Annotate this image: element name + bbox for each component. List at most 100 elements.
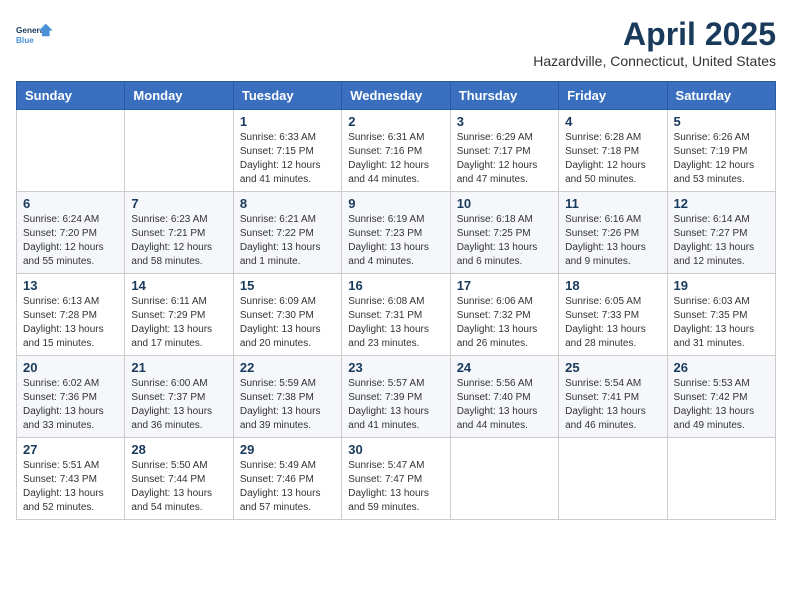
weekday-header-sunday: Sunday (17, 82, 125, 110)
week-row-3: 13 Sunrise: 6:13 AMSunset: 7:28 PMDaylig… (17, 274, 776, 356)
week-row-5: 27 Sunrise: 5:51 AMSunset: 7:43 PMDaylig… (17, 438, 776, 520)
calendar-cell: 1 Sunrise: 6:33 AMSunset: 7:15 PMDayligh… (233, 110, 341, 192)
day-number: 9 (348, 196, 443, 211)
weekday-header-tuesday: Tuesday (233, 82, 341, 110)
calendar-cell: 24 Sunrise: 5:56 AMSunset: 7:40 PMDaylig… (450, 356, 558, 438)
day-info: Sunrise: 6:13 AMSunset: 7:28 PMDaylight:… (23, 295, 118, 351)
day-number: 24 (457, 360, 552, 375)
calendar-cell: 2 Sunrise: 6:31 AMSunset: 7:16 PMDayligh… (342, 110, 450, 192)
day-number: 23 (348, 360, 443, 375)
calendar-cell: 5 Sunrise: 6:26 AMSunset: 7:19 PMDayligh… (667, 110, 775, 192)
calendar-cell: 17 Sunrise: 6:06 AMSunset: 7:32 PMDaylig… (450, 274, 558, 356)
day-info: Sunrise: 5:51 AMSunset: 7:43 PMDaylight:… (23, 459, 118, 515)
day-number: 4 (565, 114, 660, 129)
calendar-cell: 13 Sunrise: 6:13 AMSunset: 7:28 PMDaylig… (17, 274, 125, 356)
day-number: 8 (240, 196, 335, 211)
calendar-cell: 14 Sunrise: 6:11 AMSunset: 7:29 PMDaylig… (125, 274, 233, 356)
calendar-cell: 8 Sunrise: 6:21 AMSunset: 7:22 PMDayligh… (233, 192, 341, 274)
day-info: Sunrise: 6:19 AMSunset: 7:23 PMDaylight:… (348, 213, 443, 269)
day-number: 28 (131, 442, 226, 457)
calendar-cell: 4 Sunrise: 6:28 AMSunset: 7:18 PMDayligh… (559, 110, 667, 192)
calendar-cell: 16 Sunrise: 6:08 AMSunset: 7:31 PMDaylig… (342, 274, 450, 356)
day-number: 14 (131, 278, 226, 293)
day-info: Sunrise: 6:33 AMSunset: 7:15 PMDaylight:… (240, 131, 335, 187)
calendar-cell (667, 438, 775, 520)
calendar-cell: 30 Sunrise: 5:47 AMSunset: 7:47 PMDaylig… (342, 438, 450, 520)
calendar-cell: 22 Sunrise: 5:59 AMSunset: 7:38 PMDaylig… (233, 356, 341, 438)
calendar-cell: 9 Sunrise: 6:19 AMSunset: 7:23 PMDayligh… (342, 192, 450, 274)
location: Hazardville, Connecticut, United States (533, 53, 776, 69)
day-number: 18 (565, 278, 660, 293)
weekday-header-saturday: Saturday (667, 82, 775, 110)
day-info: Sunrise: 5:50 AMSunset: 7:44 PMDaylight:… (131, 459, 226, 515)
day-info: Sunrise: 5:56 AMSunset: 7:40 PMDaylight:… (457, 377, 552, 433)
logo: General Blue (16, 16, 54, 54)
day-info: Sunrise: 5:54 AMSunset: 7:41 PMDaylight:… (565, 377, 660, 433)
day-number: 15 (240, 278, 335, 293)
day-number: 5 (674, 114, 769, 129)
day-number: 12 (674, 196, 769, 211)
day-info: Sunrise: 6:16 AMSunset: 7:26 PMDaylight:… (565, 213, 660, 269)
week-row-1: 1 Sunrise: 6:33 AMSunset: 7:15 PMDayligh… (17, 110, 776, 192)
day-info: Sunrise: 6:11 AMSunset: 7:29 PMDaylight:… (131, 295, 226, 351)
calendar-cell: 15 Sunrise: 6:09 AMSunset: 7:30 PMDaylig… (233, 274, 341, 356)
week-row-2: 6 Sunrise: 6:24 AMSunset: 7:20 PMDayligh… (17, 192, 776, 274)
day-number: 3 (457, 114, 552, 129)
day-info: Sunrise: 6:03 AMSunset: 7:35 PMDaylight:… (674, 295, 769, 351)
day-number: 29 (240, 442, 335, 457)
day-info: Sunrise: 6:23 AMSunset: 7:21 PMDaylight:… (131, 213, 226, 269)
day-info: Sunrise: 6:21 AMSunset: 7:22 PMDaylight:… (240, 213, 335, 269)
day-info: Sunrise: 6:00 AMSunset: 7:37 PMDaylight:… (131, 377, 226, 433)
title-block: April 2025 Hazardville, Connecticut, Uni… (533, 16, 776, 69)
calendar-cell: 6 Sunrise: 6:24 AMSunset: 7:20 PMDayligh… (17, 192, 125, 274)
day-number: 6 (23, 196, 118, 211)
calendar-table: SundayMondayTuesdayWednesdayThursdayFrid… (16, 81, 776, 520)
logo-icon: General Blue (16, 16, 54, 54)
weekday-header-wednesday: Wednesday (342, 82, 450, 110)
day-number: 10 (457, 196, 552, 211)
calendar-cell: 28 Sunrise: 5:50 AMSunset: 7:44 PMDaylig… (125, 438, 233, 520)
calendar-cell: 27 Sunrise: 5:51 AMSunset: 7:43 PMDaylig… (17, 438, 125, 520)
day-info: Sunrise: 6:14 AMSunset: 7:27 PMDaylight:… (674, 213, 769, 269)
calendar-cell: 23 Sunrise: 5:57 AMSunset: 7:39 PMDaylig… (342, 356, 450, 438)
day-info: Sunrise: 6:31 AMSunset: 7:16 PMDaylight:… (348, 131, 443, 187)
calendar-cell: 7 Sunrise: 6:23 AMSunset: 7:21 PMDayligh… (125, 192, 233, 274)
calendar-cell (559, 438, 667, 520)
weekday-header-monday: Monday (125, 82, 233, 110)
week-row-4: 20 Sunrise: 6:02 AMSunset: 7:36 PMDaylig… (17, 356, 776, 438)
calendar-cell: 3 Sunrise: 6:29 AMSunset: 7:17 PMDayligh… (450, 110, 558, 192)
day-number: 19 (674, 278, 769, 293)
svg-text:Blue: Blue (16, 36, 34, 45)
day-number: 27 (23, 442, 118, 457)
day-info: Sunrise: 6:24 AMSunset: 7:20 PMDaylight:… (23, 213, 118, 269)
page-header: General Blue April 2025 Hazardville, Con… (16, 16, 776, 69)
calendar-cell: 11 Sunrise: 6:16 AMSunset: 7:26 PMDaylig… (559, 192, 667, 274)
day-number: 22 (240, 360, 335, 375)
day-number: 30 (348, 442, 443, 457)
day-info: Sunrise: 6:09 AMSunset: 7:30 PMDaylight:… (240, 295, 335, 351)
day-number: 21 (131, 360, 226, 375)
weekday-header-row: SundayMondayTuesdayWednesdayThursdayFrid… (17, 82, 776, 110)
month-title: April 2025 (533, 16, 776, 53)
day-info: Sunrise: 5:49 AMSunset: 7:46 PMDaylight:… (240, 459, 335, 515)
calendar-cell (450, 438, 558, 520)
weekday-header-thursday: Thursday (450, 82, 558, 110)
day-number: 13 (23, 278, 118, 293)
day-number: 25 (565, 360, 660, 375)
day-info: Sunrise: 5:53 AMSunset: 7:42 PMDaylight:… (674, 377, 769, 433)
calendar-cell: 26 Sunrise: 5:53 AMSunset: 7:42 PMDaylig… (667, 356, 775, 438)
day-number: 17 (457, 278, 552, 293)
calendar-cell: 20 Sunrise: 6:02 AMSunset: 7:36 PMDaylig… (17, 356, 125, 438)
day-info: Sunrise: 6:08 AMSunset: 7:31 PMDaylight:… (348, 295, 443, 351)
day-info: Sunrise: 6:05 AMSunset: 7:33 PMDaylight:… (565, 295, 660, 351)
calendar-cell: 25 Sunrise: 5:54 AMSunset: 7:41 PMDaylig… (559, 356, 667, 438)
calendar-cell: 21 Sunrise: 6:00 AMSunset: 7:37 PMDaylig… (125, 356, 233, 438)
day-info: Sunrise: 5:57 AMSunset: 7:39 PMDaylight:… (348, 377, 443, 433)
day-info: Sunrise: 6:18 AMSunset: 7:25 PMDaylight:… (457, 213, 552, 269)
day-number: 16 (348, 278, 443, 293)
day-info: Sunrise: 6:28 AMSunset: 7:18 PMDaylight:… (565, 131, 660, 187)
weekday-header-friday: Friday (559, 82, 667, 110)
calendar-cell: 18 Sunrise: 6:05 AMSunset: 7:33 PMDaylig… (559, 274, 667, 356)
day-info: Sunrise: 6:02 AMSunset: 7:36 PMDaylight:… (23, 377, 118, 433)
calendar-cell (17, 110, 125, 192)
